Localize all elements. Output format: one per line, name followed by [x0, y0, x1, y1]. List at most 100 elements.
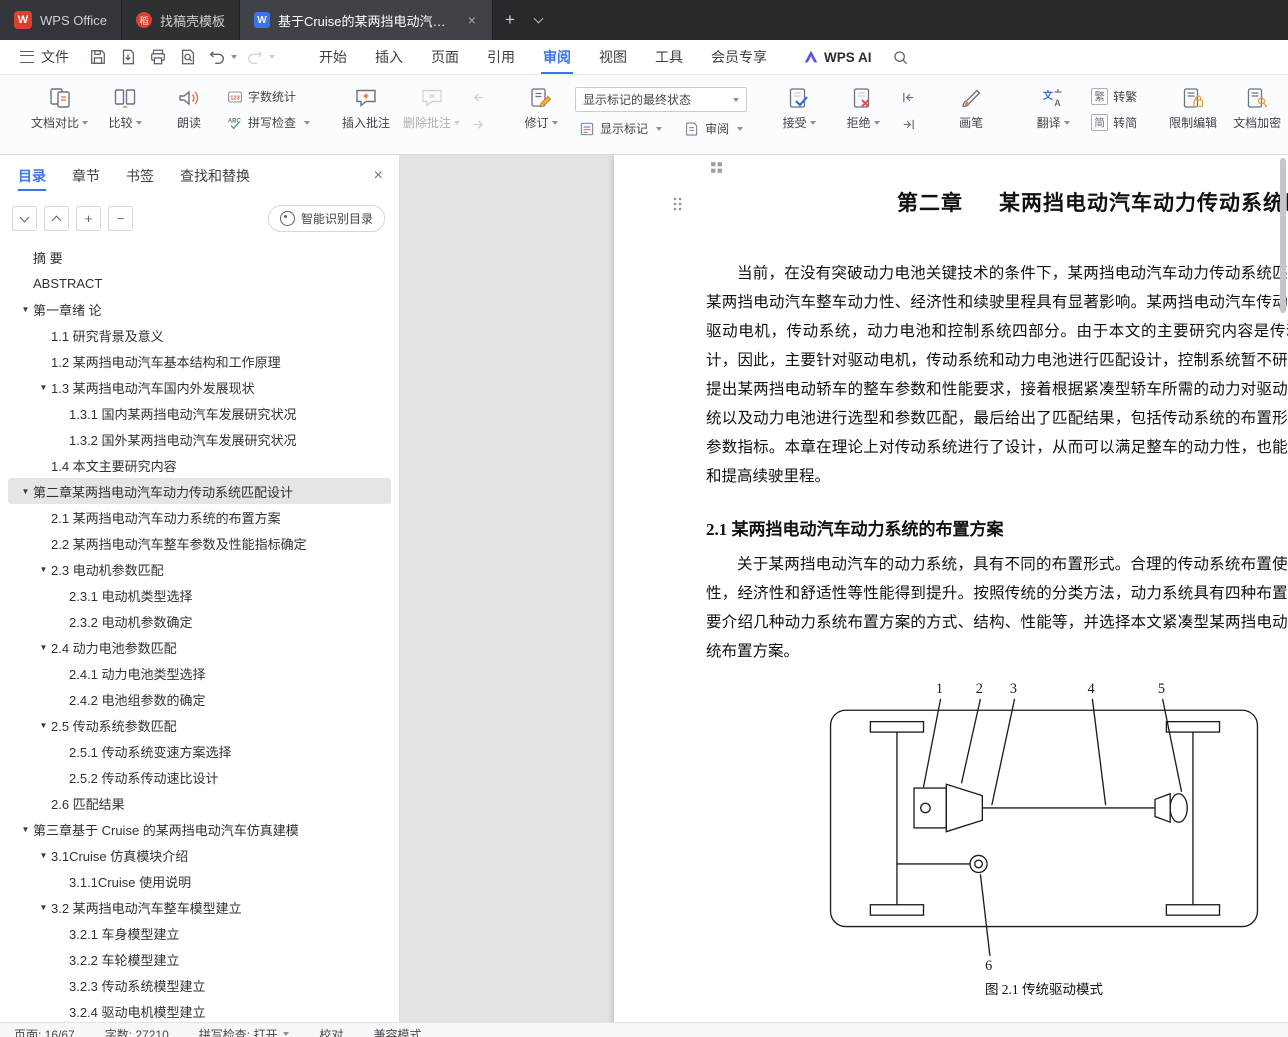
menu-item-insert[interactable]: 插入 — [361, 40, 417, 74]
toc-item[interactable]: 2.5.1 传动系统变速方案选择 — [8, 738, 391, 764]
toc-item[interactable]: 3.2.1 车身模型建立 — [8, 920, 391, 946]
toc-item[interactable]: 1.3.1 国内某两挡电动汽车发展研究状况 — [8, 400, 391, 426]
to-simplified-button[interactable]: 简 转简 — [1087, 113, 1141, 132]
menu-item-view[interactable]: 视图 — [585, 40, 641, 74]
toc-item[interactable]: 3.1.1Cruise 使用说明 — [8, 868, 391, 894]
toc-item[interactable]: ▼ 2.3 电动机参数匹配 — [8, 556, 391, 582]
menu-item-page[interactable]: 页面 — [417, 40, 473, 74]
print-preview-button[interactable] — [175, 45, 201, 69]
compat-mode-indicator[interactable]: 兼容模式 — [373, 1026, 421, 1037]
page-indicator[interactable]: 页面: 16/67 — [14, 1026, 75, 1037]
insert-comment-button[interactable]: 插入批注 — [334, 80, 398, 133]
tab-docer-template[interactable]: 稻 找稿壳模板 — [121, 0, 240, 40]
tab-wps-home[interactable]: W WPS Office — [0, 0, 122, 40]
word-count-status[interactable]: 字数: 27210 — [105, 1026, 169, 1037]
tab-contents[interactable]: 目录 — [18, 155, 46, 197]
collapse-arrow-icon[interactable]: ▼ — [18, 305, 33, 314]
toc-item[interactable]: 2.3.2 电动机参数确定 — [8, 608, 391, 634]
word-count-button[interactable]: 123 字数统计 — [223, 87, 314, 106]
collapse-arrow-icon[interactable]: ▼ — [18, 825, 33, 834]
collapse-all-button[interactable] — [44, 206, 69, 231]
compare-button[interactable]: 比较 — [93, 80, 157, 133]
collapse-arrow-icon[interactable]: ▼ — [36, 383, 51, 392]
drag-handle-icon[interactable] — [672, 193, 682, 218]
toc-item[interactable]: 3.2.2 车轮模型建立 — [8, 946, 391, 972]
collapse-arrow-icon[interactable]: ▼ — [36, 721, 51, 730]
previous-comment-button[interactable] — [467, 87, 489, 107]
toc-item[interactable]: 2.4.1 动力电池类型选择 — [8, 660, 391, 686]
collapse-arrow-icon[interactable]: ▼ — [36, 643, 51, 652]
doc-compare-button[interactable]: 文档对比 — [26, 80, 93, 133]
delete-comment-button[interactable]: 删除批注 — [398, 80, 465, 133]
menu-item-references[interactable]: 引用 — [473, 40, 529, 74]
toc-item[interactable]: ▼ 3.2 某两挡电动汽车整车模型建立 — [8, 894, 391, 920]
spell-check-button[interactable]: ABC 拼写检查 — [223, 113, 314, 132]
markup-state-select[interactable]: 显示标记的最终状态 — [575, 87, 748, 112]
toc-item[interactable]: 2.6 匹配结果 — [8, 790, 391, 816]
expand-all-button[interactable] — [12, 206, 37, 231]
toc-item[interactable]: ▼ 2.5 传动系统参数匹配 — [8, 712, 391, 738]
tab-bookmarks[interactable]: 书签 — [126, 155, 154, 197]
next-comment-button[interactable] — [467, 114, 489, 134]
review-mode-button[interactable]: 审阅 — [680, 119, 747, 138]
toc-item[interactable]: ▼ 2.4 动力电池参数匹配 — [8, 634, 391, 660]
close-tab-icon[interactable]: × — [466, 12, 478, 28]
menu-item-home[interactable]: 开始 — [305, 40, 361, 74]
toc-item[interactable]: 1.4 本文主要研究内容 — [8, 452, 391, 478]
vertical-scrollbar[interactable] — [1278, 155, 1288, 1022]
to-traditional-button[interactable]: 繁 转繁 — [1087, 87, 1141, 106]
toc-item[interactable]: 1.3.2 国外某两挡电动汽车发展研究状况 — [8, 426, 391, 452]
close-pane-icon[interactable]: × — [374, 167, 383, 185]
toc-item[interactable]: ABSTRACT — [8, 270, 391, 296]
tab-find-replace[interactable]: 查找和替换 — [180, 155, 250, 197]
print-button[interactable] — [145, 45, 171, 69]
collapse-arrow-icon[interactable]: ▼ — [18, 487, 33, 496]
toc-item[interactable]: 2.3.1 电动机类型选择 — [8, 582, 391, 608]
toc-item[interactable]: ▼ 1.3 某两挡电动汽车国内外发展现状 — [8, 374, 391, 400]
brush-button[interactable]: 画笔 — [939, 80, 1003, 133]
document-page[interactable]: 第二章 某两挡电动汽车动力传动系统匹配设计 当前，在没有突破动力电池关键技术的条件… — [614, 155, 1288, 1022]
tab-list-button[interactable] — [527, 0, 550, 40]
new-tab-button[interactable]: + — [493, 0, 527, 40]
doc-encrypt-button[interactable]: 文档加密 — [1225, 80, 1288, 133]
toc-item[interactable]: 2.2 某两挡电动汽车整车参数及性能指标确定 — [8, 530, 391, 556]
menu-item-review[interactable]: 审阅 — [529, 40, 585, 74]
tab-current-document[interactable]: W 基于Cruise的某两挡电动汽车仿 × — [239, 0, 493, 40]
accept-button[interactable]: 接受 — [767, 80, 831, 133]
toc-item[interactable]: 1.1 研究背景及意义 — [8, 322, 391, 348]
export-pdf-button[interactable] — [115, 45, 141, 69]
search-button[interactable] — [892, 49, 909, 66]
reject-button[interactable]: 拒绝 — [831, 80, 895, 133]
spellcheck-status[interactable]: 拼写检查: 打开 — [199, 1026, 290, 1037]
next-revision-button[interactable] — [897, 114, 919, 134]
menu-item-tools[interactable]: 工具 — [641, 40, 697, 74]
wps-ai-button[interactable]: WPS AI — [803, 49, 872, 65]
collapse-arrow-icon[interactable]: ▼ — [36, 851, 51, 860]
show-markup-button[interactable]: 显示标记 — [575, 119, 666, 138]
proofread-button[interactable]: 校对 — [319, 1026, 343, 1037]
redo-button[interactable] — [243, 45, 277, 69]
toc-item[interactable]: 3.2.4 驱动电机模型建立 — [8, 998, 391, 1022]
file-menu[interactable]: 文件 — [12, 47, 77, 67]
toc-item[interactable]: 2.1 某两挡电动汽车动力系统的布置方案 — [8, 504, 391, 530]
toc-item[interactable]: 摘 要 — [8, 244, 391, 270]
restrict-edit-button[interactable]: 限制编辑 — [1161, 80, 1225, 133]
read-aloud-button[interactable]: 朗读 — [157, 80, 221, 133]
track-changes-button[interactable]: 修订 — [509, 80, 573, 133]
translate-button[interactable]: 文A 翻译 — [1021, 80, 1085, 133]
tab-sections[interactable]: 章节 — [72, 155, 100, 197]
collapse-arrow-icon[interactable]: ▼ — [36, 565, 51, 574]
toc-item[interactable]: ▼ 第二章某两挡电动汽车动力传动系统匹配设计 — [8, 478, 391, 504]
undo-button[interactable] — [205, 45, 239, 69]
scrollbar-thumb[interactable] — [1280, 158, 1286, 313]
toc-item[interactable]: ▼ 3.1Cruise 仿真模块介绍 — [8, 842, 391, 868]
toc-item[interactable]: ▼ 第一章绪 论 — [8, 296, 391, 322]
toc-item[interactable]: 2.4.2 电池组参数的确定 — [8, 686, 391, 712]
smart-toc-button[interactable]: 智能识别目录 — [267, 205, 385, 232]
toc-item[interactable]: 1.2 某两挡电动汽车基本结构和工作原理 — [8, 348, 391, 374]
zoom-out-toc-button[interactable]: − — [108, 206, 133, 231]
previous-revision-button[interactable] — [897, 87, 919, 107]
menu-item-member[interactable]: 会员专享 — [697, 40, 781, 74]
save-button[interactable] — [85, 45, 111, 69]
toc-item[interactable]: ▼ 第三章基于 Cruise 的某两挡电动汽车仿真建模 — [8, 816, 391, 842]
